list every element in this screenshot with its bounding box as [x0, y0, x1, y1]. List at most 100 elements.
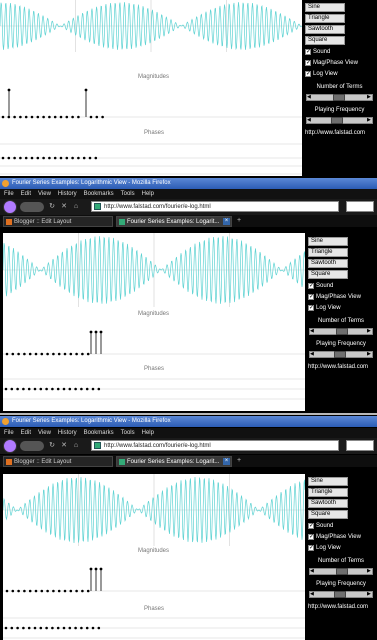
- menu-edit[interactable]: Edit: [21, 430, 31, 436]
- search-box[interactable]: [346, 440, 374, 451]
- menu-tools[interactable]: Tools: [121, 430, 135, 436]
- slider-left-arrow-icon[interactable]: ◀: [310, 592, 315, 597]
- playing-frequency-slider[interactable]: ◀ ▶: [309, 351, 373, 358]
- close-tab-icon[interactable]: ×: [223, 458, 230, 465]
- menu-file[interactable]: File: [4, 191, 14, 197]
- menu-bar: File Edit View History Bookmarks Tools Help: [0, 428, 377, 438]
- reload-icon[interactable]: ↻: [48, 441, 56, 450]
- phase-dot: [4, 387, 8, 391]
- tab-fourier[interactable]: Fourier Series Examples: Logarit... ×: [116, 216, 232, 227]
- fourier-applet[interactable]: Magnitudes Phases: [3, 233, 305, 411]
- address-bar[interactable]: http://www.falstad.com/fourier/e-log.htm…: [91, 201, 339, 212]
- falstad-link[interactable]: http://www.falstad.com: [305, 130, 377, 136]
- slider-thumb[interactable]: [336, 328, 348, 335]
- slider-thumb[interactable]: [334, 591, 346, 598]
- slider-left-arrow-icon[interactable]: ◀: [310, 569, 315, 574]
- slider-thumb[interactable]: [331, 117, 343, 124]
- sine-button[interactable]: Sine: [308, 237, 348, 246]
- new-tab-icon[interactable]: +: [235, 457, 243, 465]
- triangle-button[interactable]: Triangle: [308, 488, 348, 497]
- triangle-button[interactable]: Triangle: [308, 248, 348, 257]
- falstad-link[interactable]: http://www.falstad.com: [308, 604, 377, 610]
- slider-thumb[interactable]: [336, 568, 348, 575]
- triangle-button[interactable]: Triangle: [305, 14, 345, 23]
- stop-icon[interactable]: ✕: [60, 441, 68, 450]
- menu-bookmarks[interactable]: Bookmarks: [84, 191, 114, 197]
- menu-help[interactable]: Help: [142, 430, 154, 436]
- square-button[interactable]: Square: [308, 510, 348, 519]
- slider-thumb[interactable]: [333, 94, 345, 101]
- slider-left-arrow-icon[interactable]: ◀: [307, 95, 312, 100]
- magnitude-dot: [46, 589, 49, 593]
- menu-bookmarks[interactable]: Bookmarks: [84, 430, 114, 436]
- playing-frequency-slider[interactable]: ◀ ▶: [309, 591, 373, 598]
- slider-left-arrow-icon[interactable]: ◀: [307, 118, 312, 123]
- magnitude-dot: [23, 352, 26, 356]
- number-of-terms-slider[interactable]: ◀ ▶: [306, 94, 373, 101]
- slider-right-arrow-icon[interactable]: ▶: [367, 592, 372, 597]
- new-tab-icon[interactable]: +: [235, 217, 243, 225]
- number-of-terms-slider[interactable]: ◀ ▶: [309, 568, 373, 575]
- slider-left-arrow-icon[interactable]: ◀: [310, 352, 315, 357]
- sine-button[interactable]: Sine: [308, 477, 348, 486]
- home-icon[interactable]: ⌂: [72, 202, 80, 211]
- menu-help[interactable]: Help: [142, 191, 154, 197]
- magnitude-dot: [53, 115, 57, 119]
- checkmark-icon: ✓: [308, 282, 315, 289]
- tab-fourier[interactable]: Fourier Series Examples: Logarit... ×: [116, 456, 232, 467]
- forward-arrow-icon[interactable]: [20, 441, 44, 451]
- phase-dot: [30, 156, 34, 160]
- square-button[interactable]: Square: [305, 36, 345, 45]
- magnitude-dot: [89, 115, 93, 119]
- stop-icon[interactable]: ✕: [60, 202, 68, 211]
- slider-right-arrow-icon[interactable]: ▶: [367, 569, 372, 574]
- forward-arrow-icon[interactable]: [20, 202, 44, 212]
- tab-blogger[interactable]: Blogger :: Edit Layout: [3, 216, 113, 227]
- sound-checkbox[interactable]: ✓ Sound: [308, 281, 377, 290]
- reload-icon[interactable]: ↻: [48, 202, 56, 211]
- slider-right-arrow-icon[interactable]: ▶: [367, 329, 372, 334]
- sound-checkbox[interactable]: ✓ Sound: [308, 521, 377, 530]
- sound-checkbox[interactable]: ✓ Sound: [305, 47, 377, 56]
- tab-blogger[interactable]: Blogger :: Edit Layout: [3, 456, 113, 467]
- log-view-checkbox[interactable]: ✓ Log View: [308, 303, 377, 312]
- slider-right-arrow-icon[interactable]: ▶: [367, 118, 372, 123]
- back-arrow-icon[interactable]: [3, 439, 17, 453]
- home-icon[interactable]: ⌂: [72, 441, 80, 450]
- menu-view[interactable]: View: [38, 191, 51, 197]
- sawtooth-button[interactable]: Sawtooth: [308, 499, 348, 508]
- slider-left-arrow-icon[interactable]: ◀: [310, 329, 315, 334]
- close-tab-icon[interactable]: ×: [223, 218, 230, 225]
- falstad-link[interactable]: http://www.falstad.com: [308, 364, 377, 370]
- sawtooth-button[interactable]: Sawtooth: [308, 259, 348, 268]
- log-view-checkbox[interactable]: ✓ Log View: [305, 69, 377, 78]
- control-sidebar: Sine Triangle Sawtooth Square ✓ Sound ✓ Ma…: [305, 228, 377, 412]
- phase-dot: [42, 156, 45, 160]
- square-button[interactable]: Square: [308, 270, 348, 279]
- playing-frequency-slider[interactable]: ◀ ▶: [306, 117, 373, 124]
- menu-file[interactable]: File: [4, 430, 14, 436]
- fourier-applet[interactable]: Magnitudes Phases: [0, 0, 302, 176]
- menu-edit[interactable]: Edit: [21, 191, 31, 197]
- mag-phase-view-checkbox[interactable]: ✓ Mag/Phase View: [308, 292, 377, 301]
- mag-phase-view-checkbox[interactable]: ✓ Mag/Phase View: [308, 532, 377, 541]
- menu-view[interactable]: View: [38, 430, 51, 436]
- sawtooth-button[interactable]: Sawtooth: [305, 25, 345, 34]
- menu-history[interactable]: History: [58, 430, 77, 436]
- mag-phase-view-checkbox[interactable]: ✓ Mag/Phase View: [305, 58, 377, 67]
- search-box[interactable]: [346, 201, 374, 212]
- menu-history[interactable]: History: [58, 191, 77, 197]
- back-arrow-icon[interactable]: [3, 200, 17, 214]
- magnitude-dot: [86, 589, 90, 593]
- phases-label: Phases: [144, 366, 165, 372]
- magnitude-dot: [99, 567, 103, 571]
- fourier-applet[interactable]: Magnitudes Phases: [3, 474, 305, 640]
- sine-button[interactable]: Sine: [305, 3, 345, 12]
- menu-tools[interactable]: Tools: [121, 191, 135, 197]
- slider-right-arrow-icon[interactable]: ▶: [367, 352, 372, 357]
- slider-right-arrow-icon[interactable]: ▶: [367, 95, 372, 100]
- log-view-checkbox[interactable]: ✓ Log View: [308, 543, 377, 552]
- slider-thumb[interactable]: [334, 351, 346, 358]
- address-bar[interactable]: http://www.falstad.com/fourier/e-log.htm…: [91, 440, 339, 451]
- number-of-terms-slider[interactable]: ◀ ▶: [309, 328, 373, 335]
